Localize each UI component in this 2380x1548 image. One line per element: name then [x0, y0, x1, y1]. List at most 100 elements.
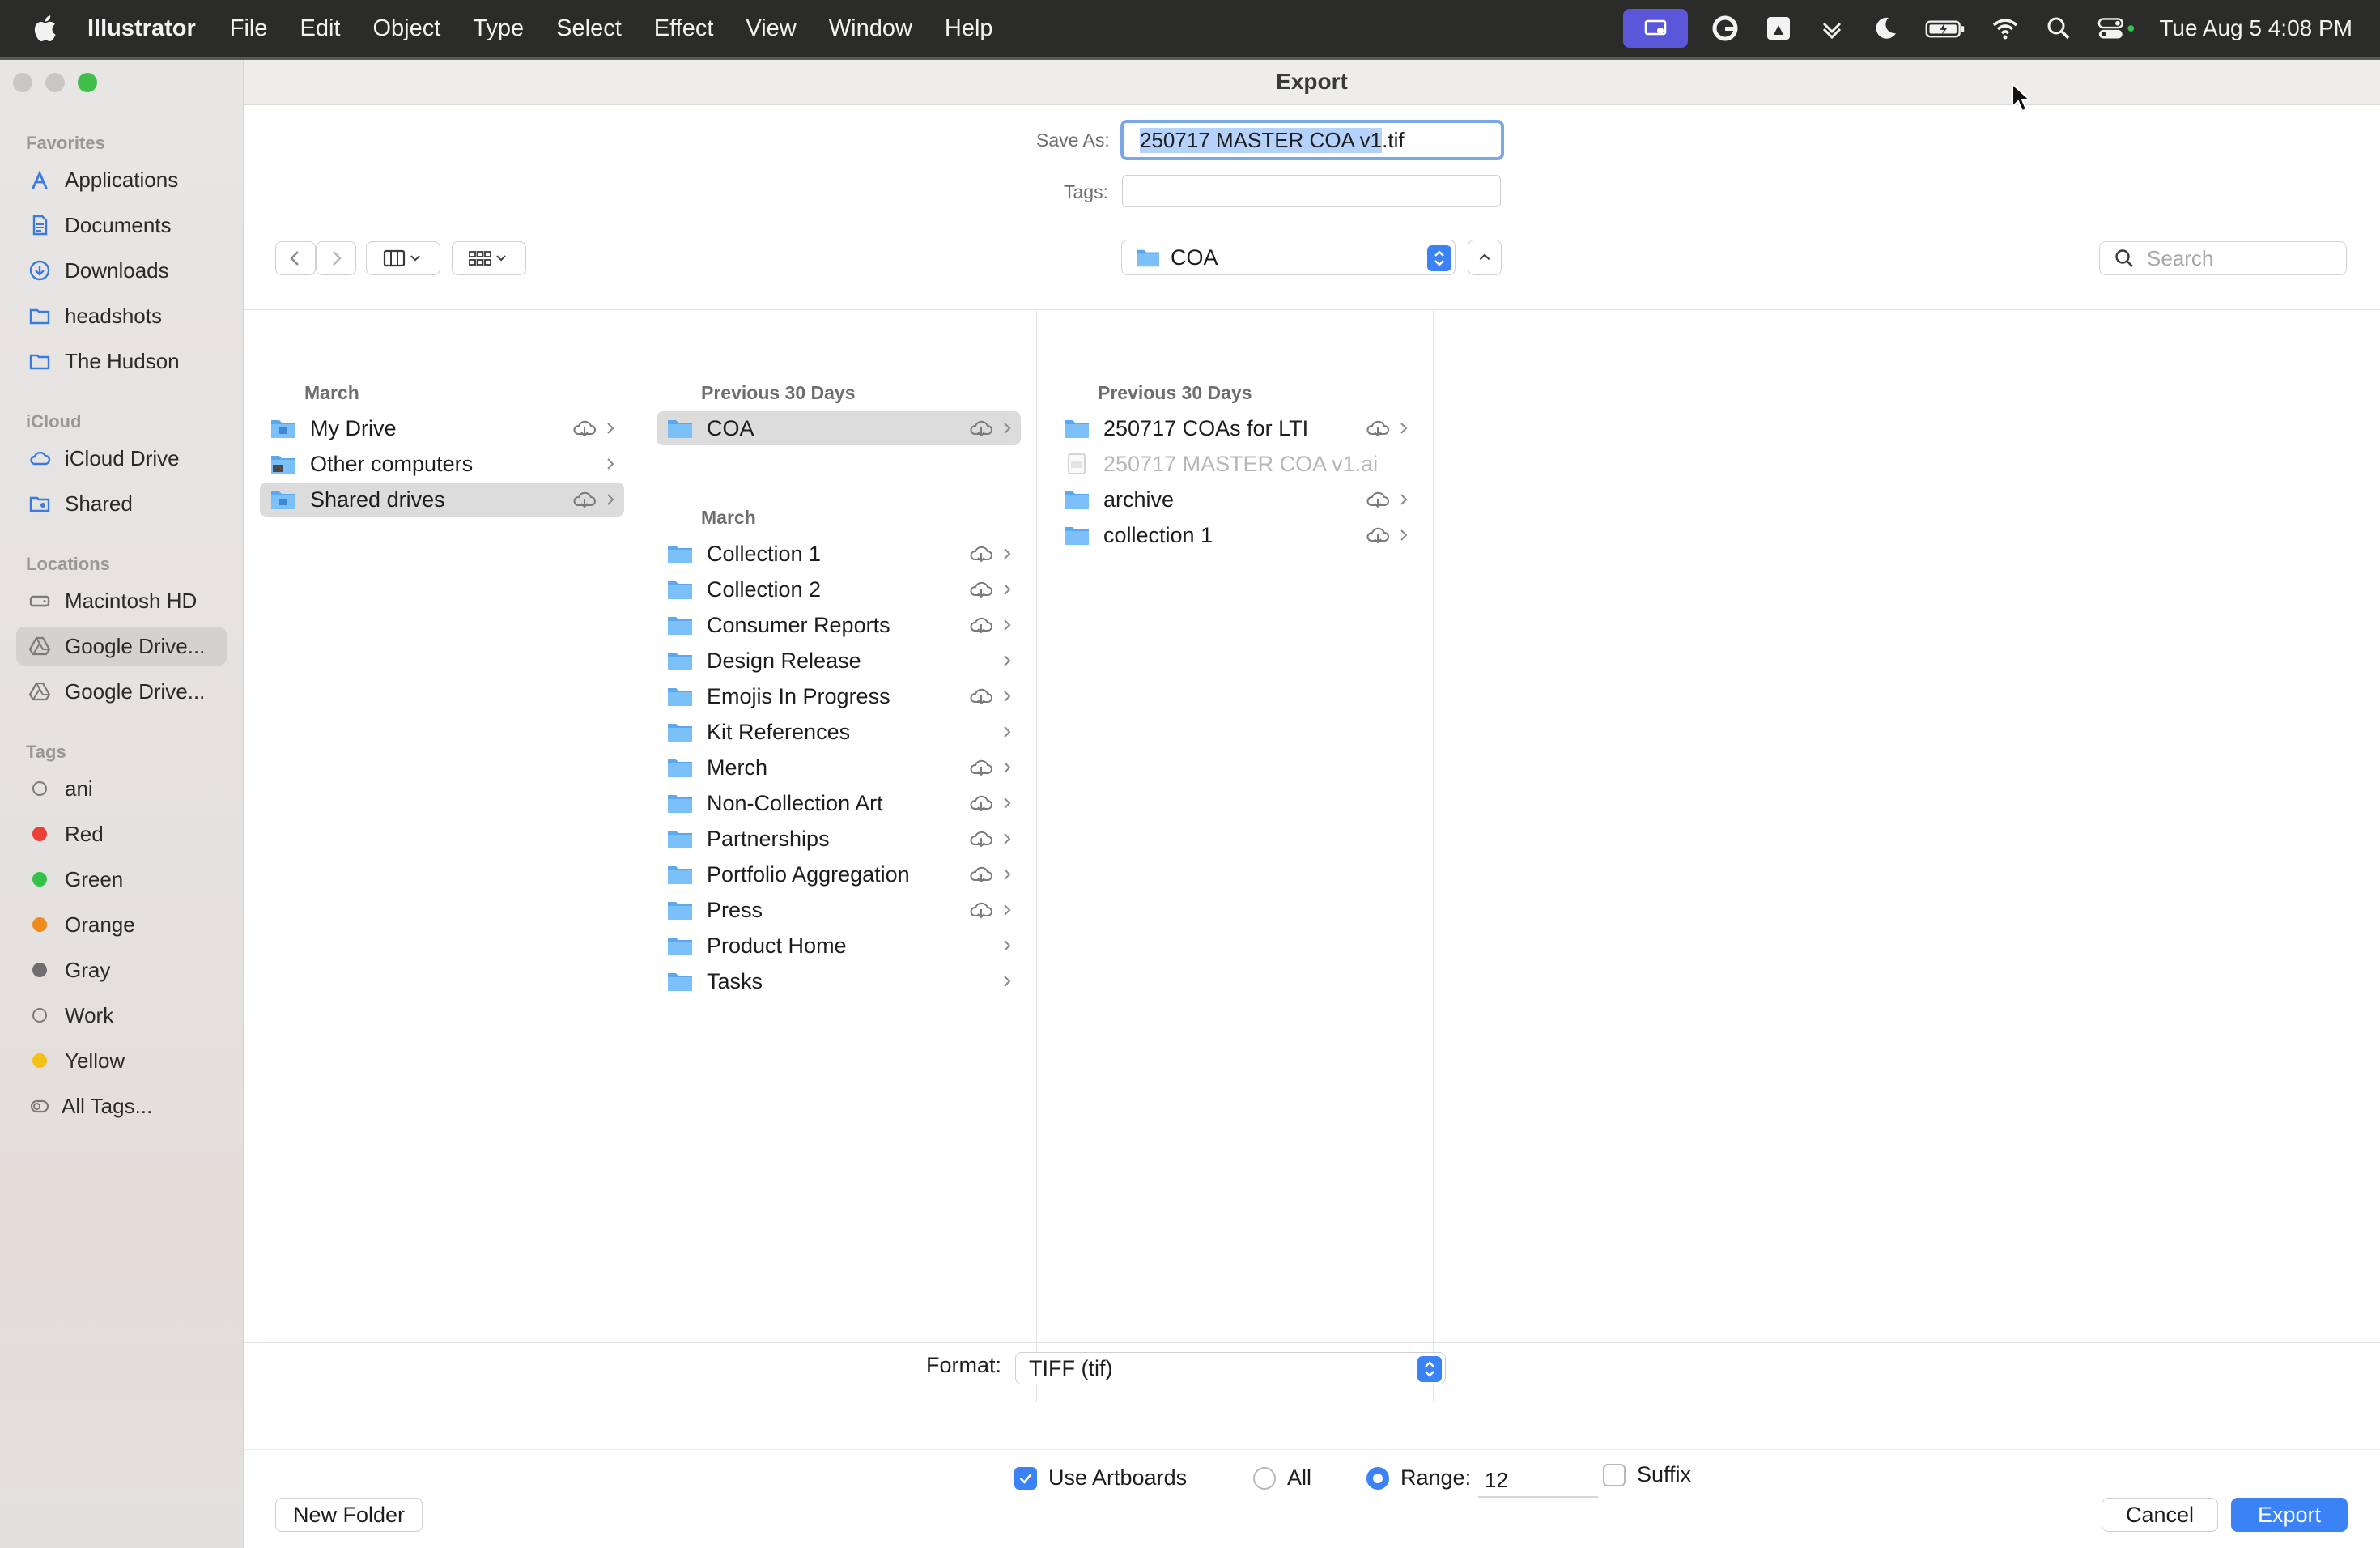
- sidebar-item-documents[interactable]: Documents: [16, 206, 227, 245]
- moon-icon[interactable]: [1869, 12, 1902, 45]
- sidebar-item-the-hudson[interactable]: The Hudson: [16, 342, 227, 381]
- cloud-download-icon[interactable]: [967, 757, 995, 778]
- sidebar-item-shared[interactable]: Shared: [16, 484, 227, 523]
- cancel-button[interactable]: Cancel: [2102, 1498, 2218, 1532]
- chevron-right-icon: [1004, 869, 1011, 880]
- list-item[interactable]: Tasks: [657, 964, 1021, 998]
- cloud-download-icon[interactable]: [967, 828, 995, 849]
- checkbox-empty-icon: [1603, 1463, 1626, 1486]
- list-item[interactable]: archive: [1053, 483, 1417, 517]
- cloud-download-icon[interactable]: [967, 543, 995, 564]
- cloud-download-icon[interactable]: [1364, 489, 1392, 510]
- list-item[interactable]: Product Home: [657, 929, 1021, 963]
- apple-icon[interactable]: [32, 15, 57, 42]
- format-popup[interactable]: TIFF (tif): [1015, 1352, 1446, 1384]
- sidebar-tag-red[interactable]: Red: [16, 814, 227, 853]
- menu-object[interactable]: Object: [372, 15, 440, 42]
- menu-window[interactable]: Window: [829, 15, 912, 42]
- search-icon[interactable]: [2042, 12, 2075, 45]
- cloud-download-icon[interactable]: [967, 686, 995, 707]
- menu-clock[interactable]: Tue Aug 5 4:08 PM: [2159, 15, 2352, 41]
- menu-type[interactable]: Type: [473, 15, 524, 42]
- list-item[interactable]: Design Release: [657, 644, 1021, 678]
- list-item[interactable]: Consumer Reports: [657, 608, 1021, 642]
- sidebar-item-headshots[interactable]: headshots: [16, 296, 227, 335]
- sidebar-item-google-drive-2[interactable]: Google Drive...: [16, 672, 227, 711]
- menu-effect[interactable]: Effect: [654, 15, 714, 42]
- sidebar-all-tags[interactable]: All Tags...: [16, 1087, 227, 1125]
- use-artboards-checkbox[interactable]: Use Artboards: [1014, 1465, 1187, 1491]
- control-center-icon[interactable]: [2096, 12, 2138, 45]
- list-item[interactable]: Partnerships: [657, 822, 1021, 856]
- list-item[interactable]: Collection 2: [657, 572, 1021, 606]
- list-item-my-drive[interactable]: My Drive: [260, 411, 624, 445]
- cloud-download-icon[interactable]: [967, 579, 995, 600]
- zoom-window-button[interactable]: [78, 73, 97, 92]
- cloud-download-icon[interactable]: [967, 899, 995, 921]
- list-item[interactable]: 250717 COAs for LTI: [1053, 411, 1417, 445]
- sidebar-item-google-drive-1[interactable]: Google Drive...: [16, 627, 227, 666]
- group-by-button[interactable]: [452, 241, 526, 275]
- export-button[interactable]: Export: [2231, 1498, 2348, 1532]
- sidebar-tag-work[interactable]: Work: [16, 996, 227, 1035]
- cloud-download-icon[interactable]: [571, 489, 598, 510]
- sidebar-item-downloads[interactable]: Downloads: [16, 251, 227, 290]
- cloud-download-icon[interactable]: [967, 793, 995, 814]
- chevron-right-icon: [1004, 726, 1011, 738]
- collapse-dialog-button[interactable]: [1468, 240, 1502, 275]
- cloud-download-icon[interactable]: [967, 615, 995, 636]
- list-item[interactable]: Kit References: [657, 715, 1021, 749]
- location-popup[interactable]: COA: [1121, 240, 1456, 275]
- sidebar-item-macintosh-hd[interactable]: Macintosh HD: [16, 581, 227, 620]
- list-item-coa[interactable]: COA: [657, 411, 1021, 445]
- menu-edit[interactable]: Edit: [300, 15, 340, 42]
- new-folder-button[interactable]: New Folder: [275, 1498, 423, 1532]
- forward-button[interactable]: [316, 241, 356, 275]
- all-radio[interactable]: All: [1253, 1465, 1311, 1491]
- sidebar-tag-gray[interactable]: Gray: [16, 950, 227, 989]
- list-item-shared-drives[interactable]: Shared drives: [260, 483, 624, 517]
- cloud-download-icon[interactable]: [967, 864, 995, 885]
- menu-file[interactable]: File: [230, 15, 268, 42]
- back-button[interactable]: [275, 241, 316, 275]
- tags-input[interactable]: [1122, 175, 1501, 207]
- chevron-right-icon: [1004, 940, 1011, 951]
- sidebar-tag-orange[interactable]: Orange: [16, 905, 227, 944]
- menu-select[interactable]: Select: [556, 15, 622, 42]
- cloud-download-icon[interactable]: [967, 418, 995, 439]
- list-item[interactable]: Merch: [657, 751, 1021, 785]
- menu-view[interactable]: View: [746, 15, 796, 42]
- list-item[interactable]: Collection 1: [657, 537, 1021, 571]
- battery-icon[interactable]: [1923, 12, 1968, 45]
- chevron-menu-icon[interactable]: [1816, 12, 1848, 45]
- list-item[interactable]: Portfolio Aggregation: [657, 857, 1021, 891]
- cloud-download-icon[interactable]: [1364, 525, 1392, 546]
- list-item[interactable]: Press: [657, 893, 1021, 927]
- menu-help[interactable]: Help: [945, 15, 993, 42]
- list-item[interactable]: Non-Collection Art: [657, 786, 1021, 820]
- search-field[interactable]: Search: [2099, 241, 2347, 275]
- view-mode-button[interactable]: [366, 241, 440, 275]
- cloud-download-icon[interactable]: [571, 418, 598, 439]
- menu-app-name[interactable]: Illustrator: [87, 15, 196, 42]
- list-item[interactable]: Emojis In Progress: [657, 679, 1021, 713]
- list-item-other-computers[interactable]: Other computers: [260, 447, 624, 481]
- grammarly-icon[interactable]: [1709, 12, 1741, 45]
- sidebar-tag-green[interactable]: Green: [16, 860, 227, 899]
- sidebar-tag-yellow[interactable]: Yellow: [16, 1041, 227, 1080]
- save-as-input[interactable]: 250717 MASTER COA v1 .tif: [1120, 120, 1504, 160]
- suffix-checkbox[interactable]: Suffix: [1603, 1462, 1691, 1487]
- list-item[interactable]: collection 1: [1053, 518, 1417, 552]
- cloud-download-icon[interactable]: [1364, 418, 1392, 439]
- close-window-button[interactable]: [13, 73, 32, 92]
- minimize-window-button[interactable]: [45, 73, 65, 92]
- wifi-icon[interactable]: [1989, 12, 2021, 45]
- browser-column-2: Previous 30 Days COA March Collection 1C…: [640, 311, 1037, 1402]
- sidebar-tag-ani[interactable]: ani: [16, 769, 227, 808]
- sidebar-item-icloud-drive[interactable]: iCloud Drive: [16, 439, 227, 478]
- range-input[interactable]: 12: [1478, 1464, 1598, 1498]
- screen-share-icon[interactable]: [1623, 9, 1689, 48]
- google-drive-icon[interactable]: [1762, 12, 1795, 45]
- range-radio[interactable]: Range:: [1366, 1465, 1471, 1491]
- sidebar-item-applications[interactable]: Applications: [16, 160, 227, 199]
